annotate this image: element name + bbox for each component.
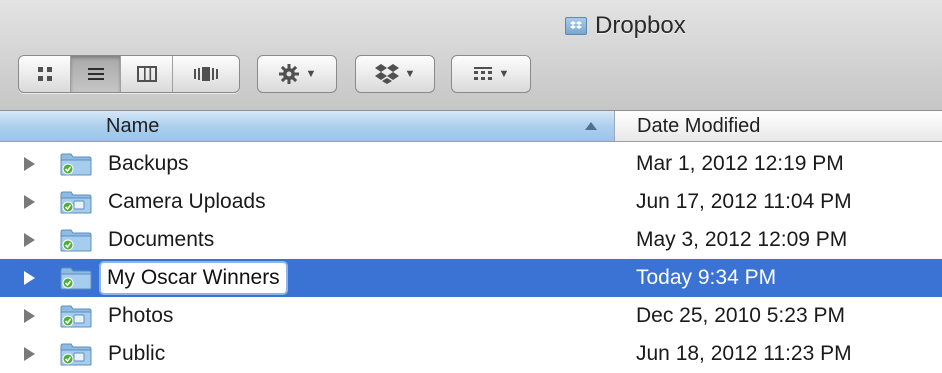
toolbar: Dropbox ▼ ▼ ▼	[0, 0, 942, 111]
finder-window: Dropbox ▼ ▼ ▼ Name Date Modified Backups…	[0, 0, 942, 372]
view-mode-control	[18, 55, 240, 93]
disclosure-triangle-icon[interactable]	[24, 309, 35, 323]
dropbox-icon	[374, 64, 399, 84]
window-title-bar: Dropbox	[565, 12, 686, 40]
file-row-photos[interactable]: Photos Dec 25, 2010 5:23 PM	[0, 297, 942, 335]
file-name: Photos	[108, 304, 174, 327]
file-name-edit-field[interactable]: My Oscar Winners	[101, 263, 286, 293]
folder-icon	[60, 229, 92, 252]
list-view-button[interactable]	[71, 56, 121, 92]
name-column-label: Name	[106, 114, 160, 137]
file-row-backups[interactable]: Backups Mar 1, 2012 12:19 PM	[0, 145, 942, 183]
dropbox-menu-button[interactable]: ▼	[355, 55, 435, 93]
file-list: Backups Mar 1, 2012 12:19 PM Camera Uplo…	[0, 145, 942, 373]
file-date-modified: Jun 17, 2012 11:04 PM	[636, 190, 852, 213]
sort-ascending-icon	[585, 122, 597, 130]
file-date-modified: Mar 1, 2012 12:19 PM	[636, 152, 844, 175]
cover-flow-view-button[interactable]	[173, 56, 239, 92]
disclosure-triangle-icon[interactable]	[24, 195, 35, 209]
disclosure-triangle-icon[interactable]	[24, 233, 35, 247]
file-row-documents[interactable]: Documents May 3, 2012 12:09 PM	[0, 221, 942, 259]
dropbox-folder-icon	[565, 17, 587, 35]
public-folder-icon	[60, 343, 92, 366]
disclosure-triangle-icon[interactable]	[24, 157, 35, 171]
file-date-modified: Jun 18, 2012 11:23 PM	[636, 342, 852, 365]
chevron-down-icon: ▼	[305, 68, 317, 80]
arrange-grid-icon	[473, 67, 492, 80]
folder-icon	[60, 267, 92, 290]
disclosure-triangle-icon[interactable]	[24, 347, 35, 361]
window-title: Dropbox	[595, 12, 686, 39]
date-modified-column-label: Date Modified	[637, 114, 761, 137]
column-view-button[interactable]	[121, 56, 173, 92]
chevron-down-icon: ▼	[404, 68, 416, 80]
column-view-icon	[136, 66, 157, 82]
photos-folder-icon	[60, 305, 92, 328]
disclosure-triangle-icon[interactable]	[24, 271, 35, 285]
file-date-modified: May 3, 2012 12:09 PM	[636, 228, 848, 251]
date-modified-column-header[interactable]: Date Modified	[615, 111, 942, 141]
chevron-down-icon: ▼	[498, 68, 510, 80]
action-menu-button[interactable]: ▼	[257, 55, 337, 93]
file-name: Public	[108, 342, 166, 365]
cover-flow-view-icon	[194, 67, 218, 81]
file-date-modified: Dec 25, 2010 5:23 PM	[636, 304, 845, 327]
gear-icon	[278, 64, 299, 84]
file-row-camera-uploads[interactable]: Camera Uploads Jun 17, 2012 11:04 PM	[0, 183, 942, 221]
icon-view-button[interactable]	[19, 56, 71, 92]
file-row-my-oscar-winners[interactable]: My Oscar Winners Today 9:34 PM	[0, 259, 942, 297]
file-name: Documents	[108, 228, 215, 251]
folder-icon	[60, 153, 92, 176]
name-column-header[interactable]: Name	[0, 111, 615, 141]
arrange-menu-button[interactable]: ▼	[451, 55, 531, 93]
file-name: Backups	[108, 152, 189, 175]
column-header-bar: Name Date Modified	[0, 111, 942, 142]
file-date-modified: Today 9:34 PM	[636, 266, 777, 289]
list-view-icon	[87, 68, 104, 80]
file-name: Camera Uploads	[108, 190, 266, 213]
camera-folder-icon	[60, 191, 92, 214]
file-row-public[interactable]: Public Jun 18, 2012 11:23 PM	[0, 335, 942, 373]
icon-view-icon	[37, 67, 52, 81]
